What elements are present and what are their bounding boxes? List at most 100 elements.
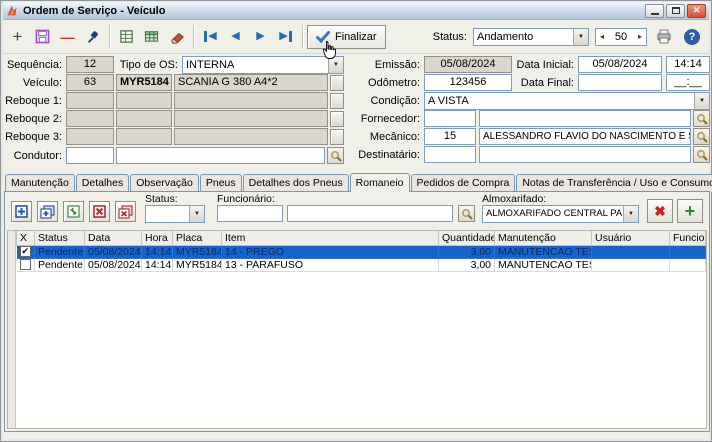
tipo-os-select[interactable]: INTERNA ▼ [182,55,344,74]
grid-view-button[interactable] [139,24,164,50]
finalizar-button[interactable]: Finalizar [307,24,386,49]
add-row-button[interactable] [11,201,32,222]
condutor-code-field[interactable] [66,147,114,164]
col-header-quantidade[interactable]: Quantidade [438,231,495,246]
first-record-button[interactable]: ◀ [198,24,223,50]
delete-multiple-button[interactable] [115,201,136,222]
remove-selected-button[interactable]: ✖ [647,199,673,223]
refresh-row-button[interactable] [63,201,84,222]
veiculo-browse-button[interactable] [330,74,344,91]
new-record-button[interactable]: + [5,24,30,50]
close-button[interactable]: ✕ [687,3,706,18]
reboque3-browse-button[interactable] [330,128,344,145]
add-multiple-button[interactable] [37,201,58,222]
search-button[interactable] [80,24,105,50]
filter-status-select[interactable]: ▼ [145,205,205,223]
maximize-icon [671,7,680,14]
spreadsheet-export-button[interactable] [114,24,139,50]
condutor-name-field[interactable] [116,147,325,164]
delete-icon [93,205,106,218]
row-checkbox-checked[interactable]: ✔ [19,246,31,257]
mecanico-code-field[interactable]: 15 [424,128,476,145]
data-final-date-field[interactable] [578,74,662,91]
fornecedor-label: Fornecedor: [360,112,420,125]
col-header-placa[interactable]: Placa [172,231,222,246]
reboque1-browse-button[interactable] [330,92,344,109]
col-header-hora[interactable]: Hora [141,231,173,246]
last-record-button[interactable]: ▶ [273,24,298,50]
window-titlebar[interactable]: Ordem de Serviço - Veículo ✕ [3,2,709,20]
col-header-data[interactable]: Data [84,231,142,246]
condutor-lookup-button[interactable] [327,147,344,164]
veiculo-code-field: 63 [66,74,114,91]
fornecedor-lookup-button[interactable] [693,110,710,127]
prev-record-button[interactable]: ◀ [223,24,248,50]
help-icon: ? [684,28,700,45]
chevron-down-icon[interactable]: ▼ [694,92,709,109]
condicao-select[interactable]: A VISTA ▼ [424,91,710,110]
destinatario-code-field[interactable] [424,146,476,163]
status-select[interactable]: Andamento ▼ [473,27,589,46]
romaneio-toolbar: Status: ▼ Funcionário: Almoxarifado: ALM… [5,192,709,229]
data-final-time-field[interactable]: __:__ [666,74,710,91]
chevron-down-icon[interactable]: ▼ [623,206,638,222]
clear-button[interactable] [164,24,189,50]
mecanico-name-field[interactable]: ALESSANDRO FLAVIO DO NASCIMENTO E SILVA [479,128,691,145]
mecanico-lookup-button[interactable] [693,128,710,145]
funcionario-name-field[interactable] [287,205,453,222]
table-row[interactable]: ✔ Pendente 05/08/2024 14:14 MYR5184 14 -… [16,245,706,259]
tab-notas-transferencia[interactable]: Notas de Transferência / Uso e Consumo [516,174,712,192]
spin-right-icon[interactable]: ▸ [634,32,646,41]
tab-romaneio[interactable]: Romaneio [349,173,410,192]
next-record-button[interactable]: ▶ [248,24,273,50]
insert-selected-button[interactable]: + [677,199,703,223]
data-inicial-time-field[interactable]: 14:14 [666,56,710,73]
floppy-icon [35,29,50,44]
col-header-check[interactable]: X [16,231,35,246]
minimize-button[interactable] [645,3,664,18]
col-header-manutencao[interactable]: Manutenção [494,231,592,246]
record-count-spinner[interactable]: ◂ 50 ▸ [595,27,647,46]
col-header-funcionario[interactable]: Funcion [669,231,706,246]
col-header-usuario[interactable]: Usuário [591,231,670,246]
funcionario-lookup-button[interactable] [458,205,475,222]
tab-pneus[interactable]: Pneus [199,174,242,192]
fornecedor-code-field[interactable] [424,110,476,127]
delete-record-button[interactable]: — [55,24,80,50]
chevron-down-icon[interactable]: ▼ [573,28,588,45]
odometro-field[interactable]: 123456 [424,74,512,91]
spin-left-icon[interactable]: ◂ [596,32,608,41]
grid-indicator-gutter[interactable] [8,231,16,428]
tab-detalhes[interactable]: Detalhes [75,174,130,192]
tipo-os-value: INTERNA [186,58,235,71]
pin-icon [87,30,98,43]
chevron-down-icon[interactable]: ▼ [328,56,343,73]
chevron-down-icon[interactable]: ▼ [189,206,204,222]
row-checkbox-unchecked[interactable] [19,259,31,270]
printer-icon [657,29,671,44]
destinatario-name-field[interactable] [479,146,691,163]
tab-observacao[interactable]: Observação [130,174,199,192]
main-toolbar: + — ◀ ◀ ▶ ▶ Finalizar Status: Andamento … [3,20,709,54]
table-row[interactable]: Pendente 05/08/2024 14:14 MYR5184 13 - P… [16,258,706,272]
maximize-button[interactable] [666,3,685,18]
reboque1-label: Reboque 1: [5,94,62,107]
destinatario-lookup-button[interactable] [693,146,710,163]
reboque2-browse-button[interactable] [330,110,344,127]
mecanico-row: Mecânico: 15 ALESSANDRO FLAVIO DO NASCIM… [348,128,710,145]
save-button[interactable] [30,24,55,50]
tab-manutencao[interactable]: Manutenção [5,174,75,192]
print-button[interactable] [653,24,675,50]
col-header-item[interactable]: Item [221,231,439,246]
almoxarifado-select[interactable]: ALMOXARIFADO CENTRAL PARELHA ▼ [482,205,639,223]
data-inicial-date-field[interactable]: 05/08/2024 [578,56,662,73]
condicao-row: Condição: A VISTA ▼ [348,91,710,110]
col-header-status[interactable]: Status [34,231,85,246]
funcionario-code-field[interactable] [217,205,283,222]
tab-detalhes-dos-pneus[interactable]: Detalhes dos Pneus [242,174,349,192]
fornecedor-name-field[interactable] [479,110,691,127]
delete-row-button[interactable] [89,201,110,222]
reboque1-row: Reboque 1: [4,92,344,109]
tab-pedidos-de-compra[interactable]: Pedidos de Compra [410,174,516,192]
help-button[interactable]: ? [681,24,703,50]
